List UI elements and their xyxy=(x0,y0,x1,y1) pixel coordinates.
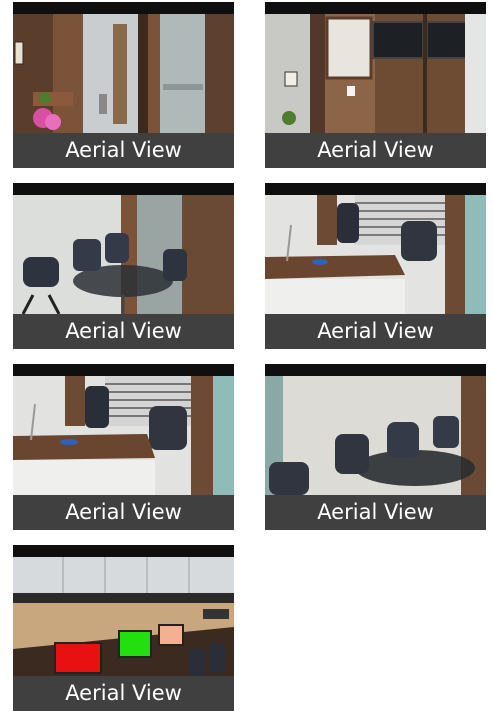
tile-caption: Aerial View xyxy=(265,495,486,530)
tile-caption: Aerial View xyxy=(265,133,486,168)
tile-top-bar xyxy=(13,183,234,195)
tile-caption: Aerial View xyxy=(13,676,234,711)
tile-photo xyxy=(13,376,234,495)
tile-photo xyxy=(13,557,234,676)
tile-photo xyxy=(265,376,486,495)
gallery-tile-3[interactable]: Aerial View xyxy=(13,183,234,349)
tile-caption: Aerial View xyxy=(13,133,234,168)
tile-caption: Aerial View xyxy=(265,314,486,349)
gallery-tile-2[interactable]: Aerial View xyxy=(265,2,486,168)
tile-top-bar xyxy=(265,364,486,376)
tile-top-bar xyxy=(265,2,486,14)
tile-photo xyxy=(13,195,234,314)
tile-photo xyxy=(265,14,486,133)
gallery-tile-1[interactable]: Aerial View xyxy=(13,2,234,168)
tile-top-bar xyxy=(13,2,234,14)
tile-photo xyxy=(265,195,486,314)
gallery-tile-4[interactable]: Aerial View xyxy=(265,183,486,349)
tile-top-bar xyxy=(13,364,234,376)
tile-top-bar xyxy=(13,545,234,557)
gallery-tile-6[interactable]: Aerial View xyxy=(265,364,486,530)
tile-photo xyxy=(13,14,234,133)
tile-caption: Aerial View xyxy=(13,495,234,530)
gallery-tile-7[interactable]: Aerial View xyxy=(13,545,234,711)
gallery-tile-5[interactable]: Aerial View xyxy=(13,364,234,530)
tile-top-bar xyxy=(265,183,486,195)
tile-caption: Aerial View xyxy=(13,314,234,349)
